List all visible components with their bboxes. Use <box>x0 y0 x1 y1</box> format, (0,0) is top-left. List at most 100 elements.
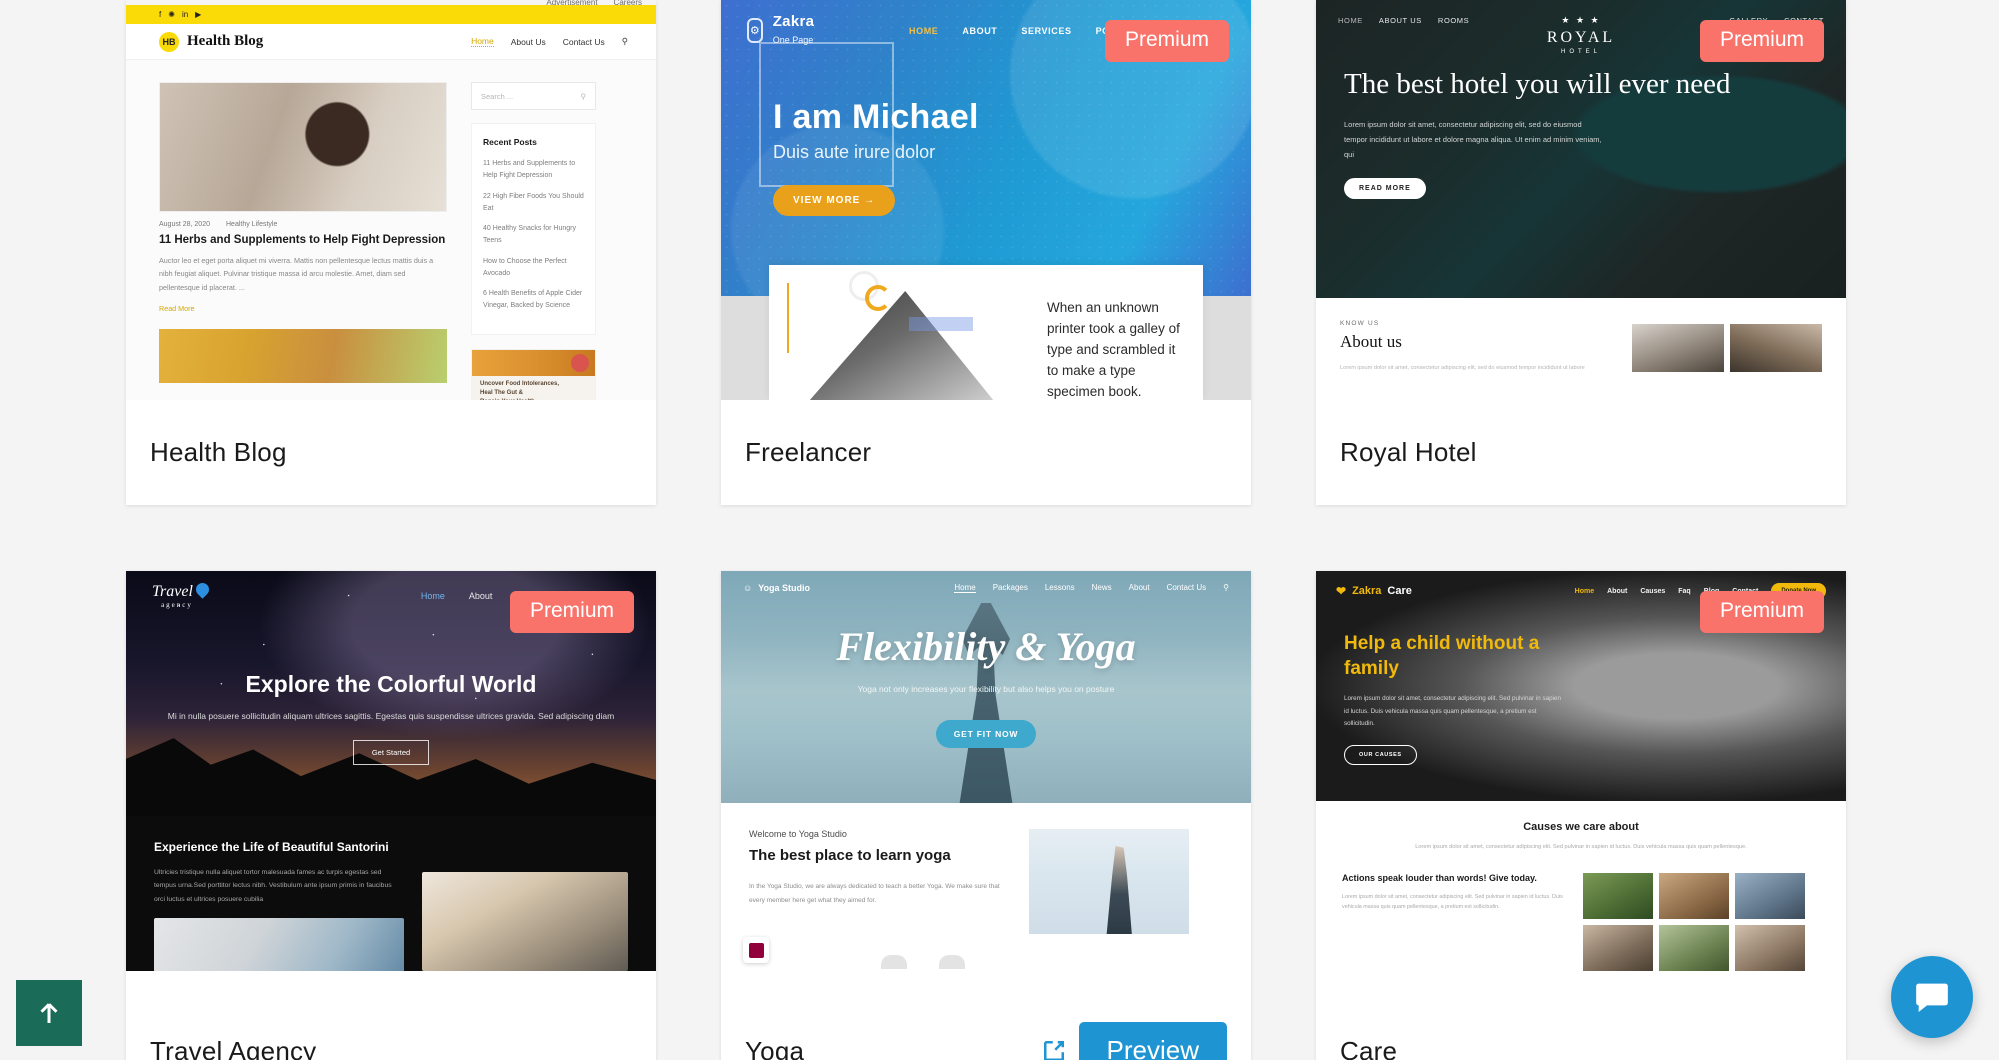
read-more-button[interactable]: READ MORE <box>1344 177 1426 199</box>
menu-item-home[interactable]: Home <box>1575 588 1594 595</box>
list-item[interactable]: 40 Healthy Snacks for Hungry Teens <box>483 223 584 248</box>
section-title: The best place to learn yoga <box>749 847 951 864</box>
search-icon[interactable]: ⚲ <box>581 92 587 101</box>
card-footer: Health Blog <box>126 400 656 505</box>
brand-line-1: Zakra <box>772 13 815 30</box>
health-blog-sidebar: Search ... ⚲ Recent Posts 11 Herbs and S… <box>471 82 596 400</box>
post-category[interactable]: Healthy Lifestyle <box>226 221 277 228</box>
get-started-button[interactable]: Get Started <box>352 740 430 766</box>
royal-about-section: KNOW US About us Lorem ipsum dolor sit a… <box>1316 298 1846 400</box>
theme-card-freelancer[interactable]: ⚙ Zakra One Page HOME ABOUT SERVICES POR… <box>721 0 1251 505</box>
section-image <box>1029 829 1189 934</box>
causes-text: Lorem ipsum dolor sit amet, consectetur … <box>1415 844 1747 850</box>
menu-item-about[interactable]: About <box>1607 588 1627 595</box>
menu-item-about[interactable]: About <box>469 591 493 601</box>
health-blog-navbar: HB Health Blog Home About Us Contact Us … <box>126 24 656 60</box>
care-logo[interactable]: ❤ Zakra Care <box>1336 584 1412 598</box>
theme-card-care[interactable]: ❤ ZakraCare Home About Causes Faq Blog C… <box>1316 571 1846 1060</box>
section-welcome: Welcome to Yoga Studio <box>749 829 847 839</box>
post-title[interactable]: 11 Herbs and Supplements to Help Fight D… <box>159 234 447 246</box>
theme-card-health-blog[interactable]: Advertisement Careers f ✺ in ▶ HB Health… <box>126 0 656 505</box>
menu-item-home[interactable]: Home <box>954 583 976 593</box>
hero-title: Explore the Colorful World <box>245 671 537 697</box>
card-title: Royal Hotel <box>1340 437 1477 467</box>
hero-text: Lorem ipsum dolor sit amet, consectetur … <box>1344 695 1562 728</box>
search-icon[interactable]: ⚲ <box>622 36 628 47</box>
actions-gallery <box>1583 872 1820 971</box>
chat-widget-button[interactable] <box>1891 956 1973 1038</box>
travel-logo[interactable]: Travel agency <box>152 580 212 609</box>
advertisement-link[interactable]: Advertisement <box>546 0 597 7</box>
twitter-icon[interactable]: ✺ <box>168 10 175 19</box>
hero-text: Mi in nulla posuere sollicitudin aliquam… <box>167 711 615 721</box>
menu-item-faq[interactable]: Faq <box>1678 588 1690 595</box>
menu-item-about[interactable]: About <box>1129 583 1150 593</box>
menu-item-contact-us[interactable]: Contact Us <box>1167 583 1207 593</box>
about-gallery <box>1632 324 1822 372</box>
menu-item-news[interactable]: News <box>1092 583 1112 593</box>
menu-item-causes[interactable]: Causes <box>1640 588 1665 595</box>
premium-badge: Premium <box>1699 20 1824 63</box>
gallery-image <box>1730 324 1822 372</box>
ad-line-1: Uncover Food Intolerances, <box>480 380 560 387</box>
menu-item-lessons[interactable]: Lessons <box>1045 583 1075 593</box>
menu-item-home[interactable]: Home <box>471 36 494 47</box>
health-blog-topbar-links: Advertisement Careers <box>126 0 656 7</box>
causes-title: Causes we care about <box>1523 821 1639 833</box>
post-date: August 28, 2020 <box>159 221 210 228</box>
read-more-link[interactable]: Read More <box>159 304 447 313</box>
theme-card-travel-agency[interactable]: Travel agency Home About Destination Con… <box>126 571 656 1060</box>
widget-title: Recent Posts <box>483 137 537 147</box>
second-post-image <box>159 328 447 383</box>
linkedin-icon[interactable]: in <box>182 10 188 19</box>
arc-decoration <box>865 285 891 311</box>
zakra-logo-icon[interactable]: ⚙ <box>747 18 763 44</box>
hero-title: The best hotel you will ever need <box>1344 68 1731 100</box>
card-footer: Yoga Preview <box>721 971 1251 1060</box>
menu-item-services[interactable]: SERVICES <box>1021 26 1071 36</box>
section-text: In the Yoga Studio, we are always dedica… <box>749 883 1000 904</box>
list-item[interactable]: How to Choose the Perfect Avocado <box>483 256 584 281</box>
sidebar-ad-banner[interactable]: Uncover Food Intolerances, Heal The Gut … <box>471 348 596 400</box>
external-link-icon[interactable] <box>1039 1036 1069 1060</box>
menu-item-home[interactable]: HOME <box>909 26 938 36</box>
brand-part-b: Care <box>1387 585 1412 597</box>
menu-item-contact-us[interactable]: Contact Us <box>563 37 605 47</box>
scroll-to-top-button[interactable] <box>16 980 82 1046</box>
youtube-icon[interactable]: ▶ <box>195 10 201 19</box>
gallery-image <box>1583 872 1653 919</box>
ad-line-2: Heal The Gut & <box>480 389 524 396</box>
our-causes-button[interactable]: OUR CAUSES <box>1344 744 1417 765</box>
yoga-figure-icon: ☺ <box>743 583 753 593</box>
theme-card-royal-hotel[interactable]: HOME ABOUT US ROOMS ★ ★ ★ ROYAL HOTEL GA… <box>1316 0 1846 505</box>
menu-item-rooms[interactable]: ROOMS <box>1438 16 1469 25</box>
menu-item-about[interactable]: ABOUT <box>962 26 997 36</box>
get-fit-now-button[interactable]: GET FIT NOW <box>936 720 1036 748</box>
health-blog-social-bar: f ✺ in ▶ <box>126 5 656 24</box>
preview-button[interactable]: Preview <box>1078 1021 1227 1060</box>
yoga-section: Welcome to Yoga Studio The best place to… <box>721 803 1251 971</box>
arrow-up-icon <box>40 1003 58 1023</box>
section-copy: Experience the Life of Beautiful Santori… <box>154 838 404 971</box>
search-icon[interactable]: ⚲ <box>1223 583 1229 593</box>
heart-icon: ❤ <box>1336 584 1347 598</box>
card-title: Health Blog <box>150 437 287 467</box>
menu-item-home[interactable]: HOME <box>1338 16 1363 25</box>
menu-item-about-us[interactable]: ABOUT US <box>1379 16 1422 25</box>
menu-item-about-us[interactable]: About Us <box>511 37 546 47</box>
careers-link[interactable]: Careers <box>614 0 642 7</box>
yoga-logo[interactable]: ☺ Yoga Studio <box>743 583 810 593</box>
menu-item-packages[interactable]: Packages <box>993 583 1028 593</box>
list-item[interactable]: 6 Health Benefits of Apple Cider Vinegar… <box>483 288 584 313</box>
list-item[interactable]: 11 Herbs and Supplements to Help Fight D… <box>483 158 584 183</box>
menu-item-home[interactable]: Home <box>421 591 445 601</box>
card-title: Travel Agency <box>150 1035 317 1060</box>
theme-preview-travel-agency: Travel agency Home About Destination Con… <box>126 571 656 971</box>
list-item[interactable]: 22 High Fiber Foods You Should Eat <box>483 191 584 216</box>
view-more-button[interactable]: VIEW MORE → <box>773 184 896 216</box>
sidebar-search-input[interactable]: Search ... ⚲ <box>471 82 596 110</box>
theme-card-yoga[interactable]: ☺ Yoga Studio Home Packages Lessons News… <box>721 571 1251 1060</box>
hero-subtitle: Duis aute irure dolor <box>773 141 936 162</box>
health-blog-logo[interactable]: HB Health Blog <box>159 31 263 52</box>
facebook-icon[interactable]: f <box>159 10 161 19</box>
